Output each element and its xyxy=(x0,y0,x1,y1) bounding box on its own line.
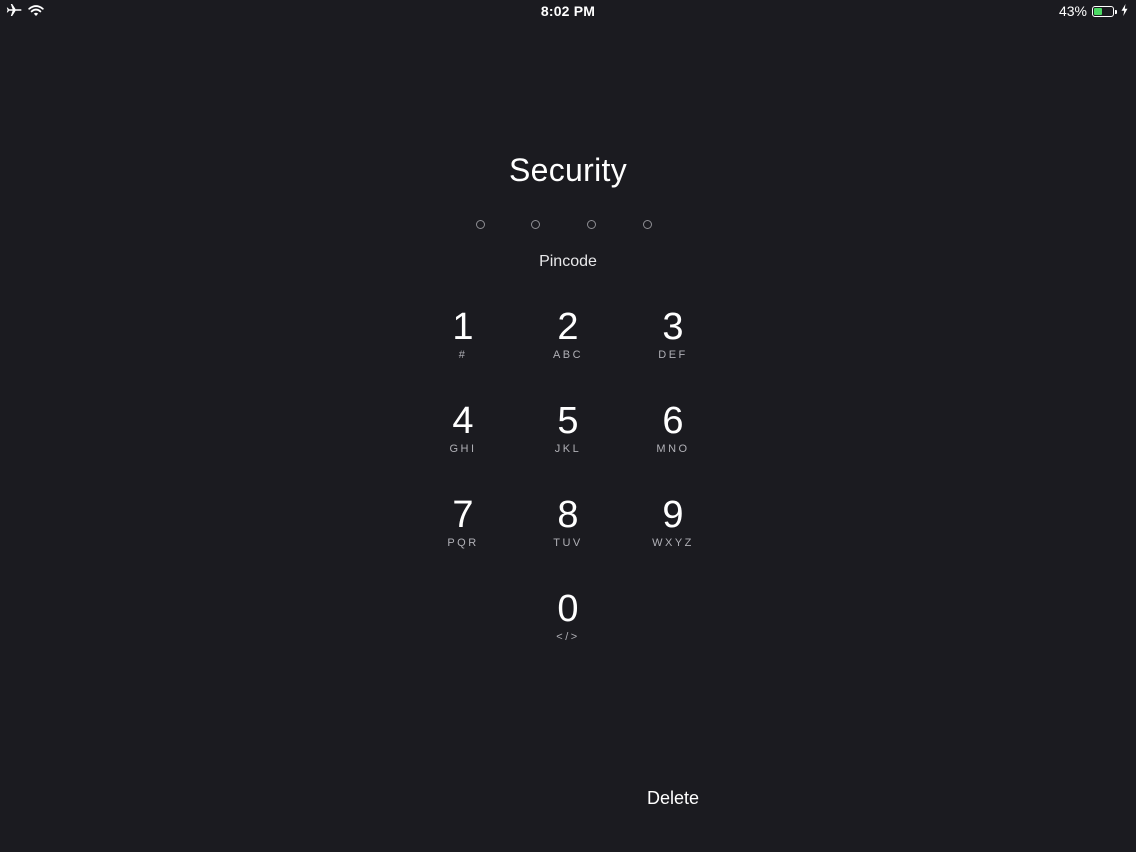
battery-icon xyxy=(1092,5,1117,17)
keypad-key-3[interactable]: 3 DEF xyxy=(628,307,718,387)
key-digit: 7 xyxy=(452,494,474,536)
keypad-key-0[interactable]: 0 </> xyxy=(523,589,613,669)
key-letters: </> xyxy=(556,631,580,643)
key-digit: 6 xyxy=(662,400,684,442)
page-title: Security xyxy=(509,152,627,188)
status-right: 43% xyxy=(1059,3,1128,19)
key-digit: 2 xyxy=(557,306,579,348)
pin-indicator xyxy=(474,220,662,232)
key-digit: 9 xyxy=(662,494,684,536)
key-digit: 5 xyxy=(557,400,579,442)
pincode-label: Pincode xyxy=(539,253,597,270)
status-time: 8:02 PM xyxy=(540,3,596,19)
keypad-key-5[interactable]: 5 JKL xyxy=(523,401,613,481)
key-letters: WXYZ xyxy=(652,537,694,549)
key-letters: PQR xyxy=(447,537,479,549)
charging-bolt-icon xyxy=(1121,3,1128,19)
key-letters: TUV xyxy=(553,537,583,549)
key-digit: 8 xyxy=(557,494,579,536)
keypad-key-7[interactable]: 7 PQR xyxy=(418,495,508,575)
pin-dot xyxy=(643,220,652,229)
keypad-key-4[interactable]: 4 GHI xyxy=(418,401,508,481)
keypad-key-1[interactable]: 1 # xyxy=(418,307,508,387)
key-digit: 4 xyxy=(452,400,474,442)
delete-button[interactable]: Delete xyxy=(623,788,723,809)
key-digit: 1 xyxy=(452,306,474,348)
key-letters: MNO xyxy=(656,443,690,455)
keypad-key-2[interactable]: 2 ABC xyxy=(523,307,613,387)
battery-fill xyxy=(1094,7,1102,15)
keypad-key-9[interactable]: 9 WXYZ xyxy=(628,495,718,575)
key-letters: ABC xyxy=(552,349,584,361)
key-letters: GHI xyxy=(449,443,477,455)
keypad-key-8[interactable]: 8 TUV xyxy=(523,495,613,575)
key-letters: JKL xyxy=(554,443,582,455)
pin-dot xyxy=(476,220,485,229)
key-digit: 0 xyxy=(557,588,579,630)
pin-dot xyxy=(531,220,540,229)
key-digit: 3 xyxy=(662,306,684,348)
key-letters: # xyxy=(458,349,468,361)
battery-percent: 43% xyxy=(1058,3,1087,19)
key-letters: DEF xyxy=(658,349,688,361)
status-bar: 8:02 PM 43% xyxy=(0,0,1136,24)
pin-dot xyxy=(587,220,596,229)
keypad-key-6[interactable]: 6 MNO xyxy=(628,401,718,481)
